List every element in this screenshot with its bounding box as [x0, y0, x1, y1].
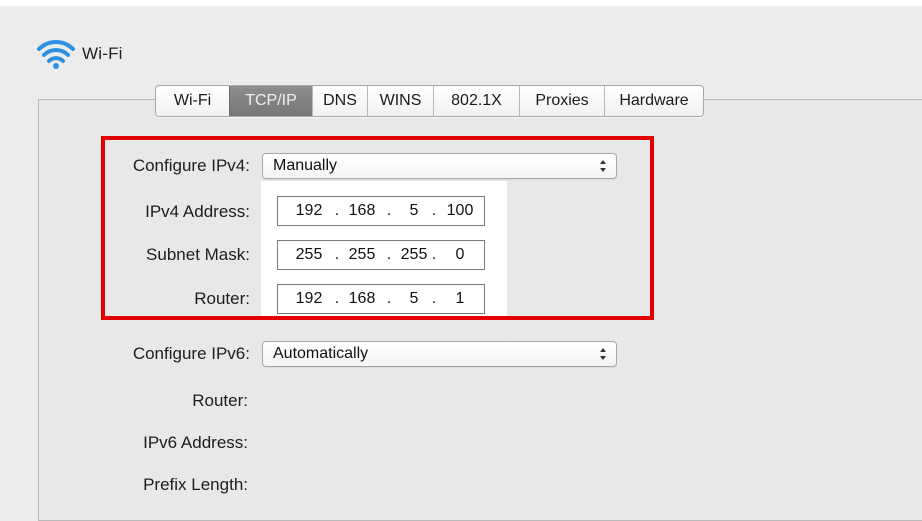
tab-dns[interactable]: DNS [312, 86, 367, 116]
octet-separator: . [386, 290, 392, 307]
subnet-octet-3: 255 [400, 246, 428, 263]
ipv6-router-label: Router: [192, 391, 248, 410]
configure-ipv4-value: Manually [273, 157, 338, 174]
select-arrows-icon [600, 348, 606, 360]
tab-8021x[interactable]: 802.1X [433, 86, 519, 116]
subnet-octet-2: 255 [348, 246, 376, 263]
router-octet-1: 192 [295, 290, 323, 307]
octet-separator: . [431, 202, 437, 219]
ipv4-address-field[interactable]: 192 . 168 . 5 . 100 [277, 196, 485, 226]
subnet-mask-field[interactable]: 255 . 255 . 255 . 0 [277, 240, 485, 270]
ipv4-address-octet-3: 5 [409, 202, 419, 219]
prefix-length-label: Prefix Length: [143, 475, 248, 494]
ipv4-address-octet-1: 192 [295, 202, 323, 219]
octet-separator: . [334, 246, 340, 263]
subnet-octet-1: 255 [295, 246, 323, 263]
tab-hardware[interactable]: Hardware [604, 86, 703, 116]
ipv4-router-label: Router: [194, 289, 250, 308]
router-octet-2: 168 [348, 290, 376, 307]
octet-separator: . [431, 290, 437, 307]
octet-separator: . [386, 202, 392, 219]
tab-wins[interactable]: WINS [367, 86, 433, 116]
subnet-octet-4: 0 [455, 246, 465, 263]
octet-separator: . [334, 202, 340, 219]
select-arrows-icon [600, 160, 606, 172]
network-title: Wi-Fi [82, 44, 123, 63]
octet-separator: . [431, 246, 437, 263]
configure-ipv4-label: Configure IPv4: [132, 156, 250, 175]
octet-separator: . [334, 290, 340, 307]
router-octet-3: 5 [409, 290, 419, 307]
tab-tcpip[interactable]: TCP/IP [229, 86, 312, 116]
configure-ipv6-select[interactable]: Automatically [262, 341, 617, 367]
ipv4-address-octet-4: 100 [446, 202, 474, 219]
network-header: Wi-Fi [36, 34, 123, 74]
ipv4-address-octet-2: 168 [348, 202, 376, 219]
window-top-edge [0, 0, 922, 6]
ipv4-address-label: IPv4 Address: [145, 202, 250, 221]
subnet-mask-label: Subnet Mask: [146, 245, 250, 264]
tab-proxies[interactable]: Proxies [519, 86, 604, 116]
ipv6-address-label: IPv6 Address: [143, 433, 248, 452]
wifi-icon [37, 39, 75, 69]
ipv4-router-field[interactable]: 192 . 168 . 5 . 1 [277, 284, 485, 314]
tab-wifi[interactable]: Wi-Fi [156, 86, 229, 116]
configure-ipv4-select[interactable]: Manually [262, 153, 617, 179]
configure-ipv6-label: Configure IPv6: [132, 344, 250, 363]
router-octet-4: 1 [455, 290, 465, 307]
tab-bar: Wi-Fi TCP/IP DNS WINS 802.1X Proxies Har… [155, 85, 704, 117]
octet-separator: . [386, 246, 392, 263]
configure-ipv6-value: Automatically [273, 345, 369, 362]
